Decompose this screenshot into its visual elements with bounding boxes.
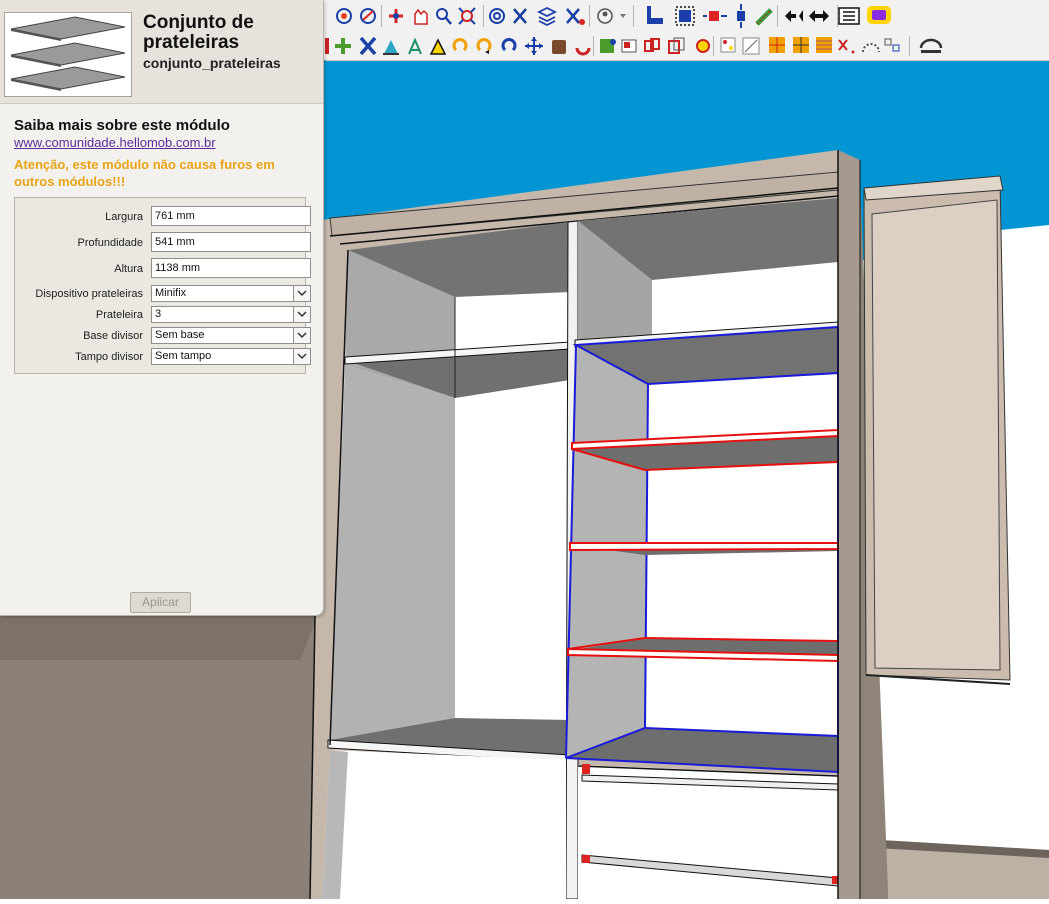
plus-icon[interactable] — [335, 38, 351, 54]
select-box-icon[interactable] — [675, 6, 695, 26]
height-label: Altura — [114, 263, 143, 275]
cylinder-icon[interactable] — [552, 40, 566, 54]
arrows-icon[interactable] — [785, 10, 803, 22]
cubes-icon[interactable] — [644, 38, 660, 52]
toolbar-bottom-icons — [325, 36, 943, 56]
center-icon[interactable] — [737, 4, 745, 28]
diagonal-icon[interactable] — [755, 8, 773, 26]
module-title: Conjunto de prateleiras — [143, 12, 254, 53]
shelf-device-select[interactable]: Minifix — [151, 285, 311, 302]
height-input[interactable]: 1138 mm — [151, 258, 311, 278]
align-left-icon[interactable] — [647, 6, 663, 24]
undo-icon[interactable] — [575, 47, 591, 56]
shelf-device-value: Minifix — [155, 287, 187, 299]
shelves-thumbnail-image — [10, 16, 126, 91]
depth-input[interactable]: 541 mm — [151, 232, 311, 252]
move-red-icon[interactable] — [703, 11, 727, 21]
divider-base-label: Base divisor — [83, 330, 143, 342]
panel-header: Conjunto de prateleiras conjunto_pratele… — [0, 0, 323, 104]
dotted-arc-icon[interactable] — [862, 43, 880, 53]
toolbar-top-icons — [336, 4, 891, 28]
chevron-down-icon[interactable] — [293, 328, 310, 343]
divider-top-label: Tampo divisor — [75, 351, 143, 363]
warning-text: Atenção, este módulo não causa furos em … — [14, 157, 275, 189]
layers-icon[interactable] — [489, 8, 505, 24]
width-input[interactable]: 761 mm — [151, 206, 311, 226]
depth-label: Profundidade — [77, 237, 143, 249]
community-link[interactable]: www.comunidade.hellomob.com.br — [14, 135, 216, 150]
move-icon[interactable] — [525, 37, 543, 55]
curve-icon[interactable] — [919, 38, 943, 53]
shelf-count-value: 3 — [155, 308, 162, 320]
fold-close-icon[interactable] — [566, 8, 585, 25]
shelf-count-select[interactable]: 3 — [151, 306, 311, 323]
zoom-extents-icon[interactable] — [458, 7, 476, 25]
dark-grid-icon[interactable] — [793, 37, 809, 53]
sticker-icon[interactable] — [696, 39, 710, 53]
divider-top-select[interactable]: Sem tampo — [151, 348, 311, 365]
divider-base-select[interactable]: Sem base — [151, 327, 311, 344]
rotate-ccw-icon[interactable] — [501, 38, 517, 52]
paint-bucket-icon[interactable] — [383, 40, 399, 55]
learn-more-title: Saiba mais sobre este módulo — [14, 117, 230, 134]
compass-icon[interactable] — [408, 37, 422, 55]
rotate-icon[interactable] — [452, 38, 468, 52]
module-panel: Conjunto de prateleiras conjunto_pratele… — [0, 0, 324, 616]
box-icon[interactable] — [621, 39, 637, 53]
width-label: Largura — [105, 211, 143, 223]
shelf-count-label: Prateleira — [95, 309, 143, 321]
user-icon[interactable] — [597, 8, 613, 24]
chevron-down-icon[interactable] — [293, 286, 310, 301]
puzzle-icon[interactable] — [600, 39, 616, 53]
scatter-icon[interactable] — [816, 37, 832, 53]
fold-icon[interactable] — [513, 8, 527, 24]
apply-button[interactable]: Aplicar — [130, 592, 191, 613]
dropdown-icon[interactable] — [620, 14, 626, 18]
paint-icon[interactable] — [360, 8, 376, 24]
toolbar-top — [325, 0, 1049, 33]
dotted-x-icon[interactable] — [838, 39, 855, 54]
comment-icon[interactable] — [867, 6, 891, 24]
divider-base-value: Sem base — [155, 329, 205, 341]
hand-icon[interactable] — [414, 8, 428, 25]
rotate-cw-icon[interactable] — [476, 38, 492, 54]
module-identifier: conjunto_prateleiras — [143, 55, 281, 71]
add-icon[interactable] — [325, 38, 329, 54]
gold-grid-icon[interactable] — [769, 37, 785, 53]
cross-icon[interactable] — [359, 36, 377, 56]
magnify-icon[interactable] — [436, 8, 452, 25]
shelf-device-label: Dispositivo prateleiras — [35, 288, 143, 300]
divider-top-value: Sem tampo — [155, 350, 212, 362]
chevron-down-icon[interactable] — [293, 307, 310, 322]
chevron-down-icon[interactable] — [293, 349, 310, 364]
hatch-icon[interactable] — [742, 37, 760, 55]
stack-icon[interactable] — [536, 6, 558, 27]
flip-icon[interactable] — [389, 9, 403, 23]
triangle-icon[interactable] — [429, 38, 447, 55]
toolbar-bottom — [325, 32, 1049, 61]
expand-icon[interactable] — [809, 10, 829, 22]
record-icon[interactable] — [336, 8, 352, 24]
arrange-icon[interactable] — [884, 38, 900, 52]
grid-icon[interactable] — [720, 37, 736, 53]
module-thumbnail — [4, 12, 132, 97]
list-icon[interactable] — [838, 7, 860, 25]
parameters-form: Largura 761 mm Profundidade 541 mm Altur… — [14, 197, 311, 374]
outline-icon[interactable] — [668, 37, 685, 54]
